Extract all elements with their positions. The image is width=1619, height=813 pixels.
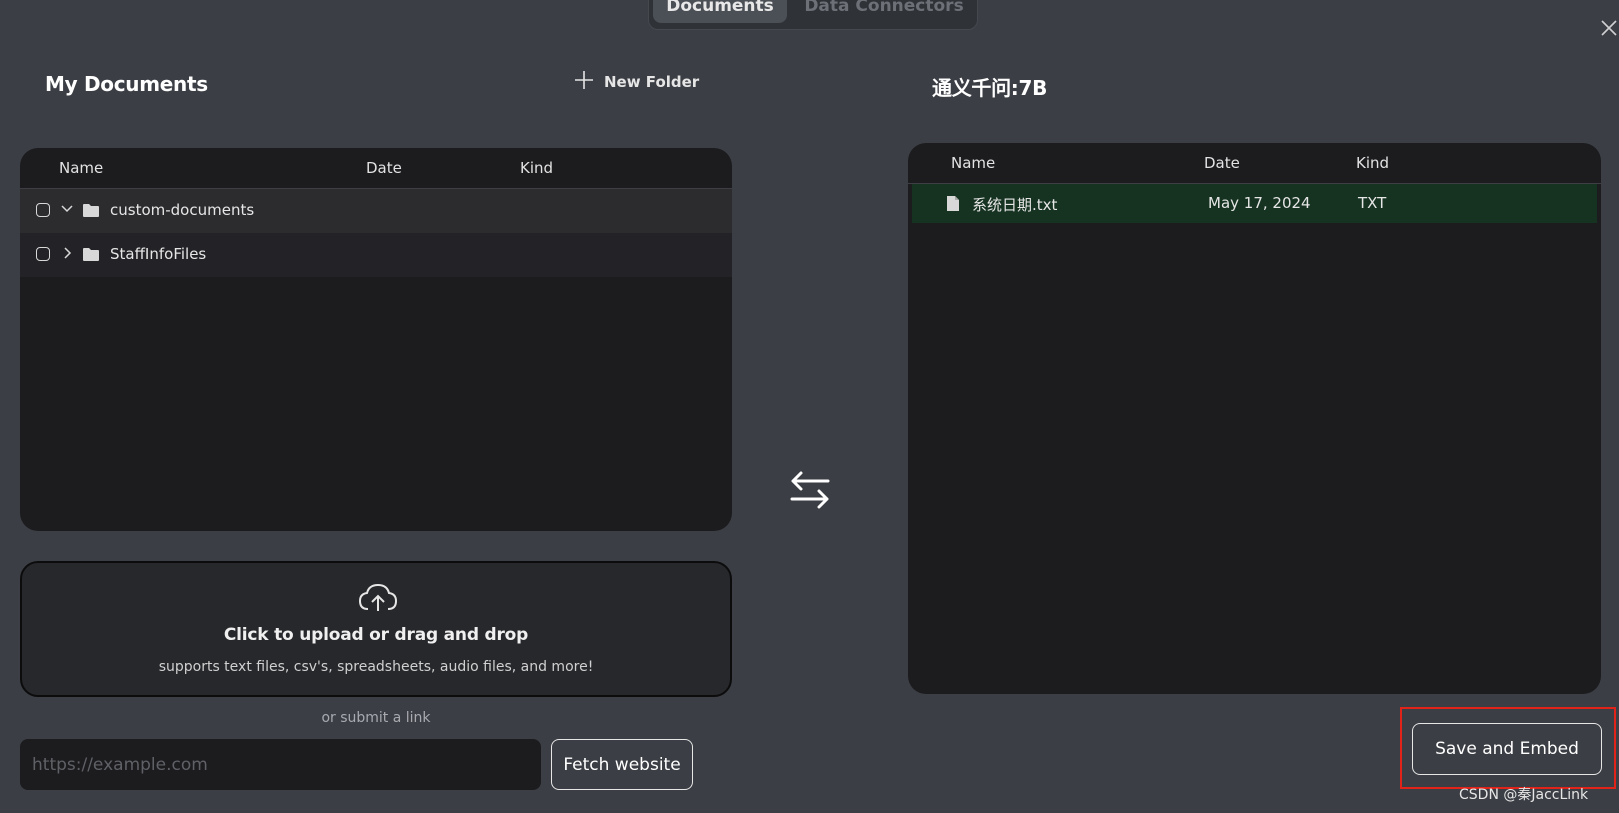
column-name: Name	[59, 159, 104, 177]
file-name: 系统日期.txt	[972, 196, 1058, 214]
tab-documents[interactable]: Documents	[653, 0, 787, 23]
or-submit-link-label: or submit a link	[321, 710, 431, 726]
upload-dropzone[interactable]: Click to upload or drag and drop support…	[20, 561, 732, 697]
upload-subtitle: supports text files, csv's, spreadsheets…	[158, 659, 594, 675]
folder-name: custom-documents	[110, 201, 255, 219]
column-kind: Kind	[1356, 154, 1390, 172]
table-header: Name Date Kind	[20, 148, 732, 189]
column-date: Date	[1204, 154, 1240, 172]
plus-icon	[574, 70, 594, 94]
file-kind: TXT	[1358, 194, 1387, 212]
top-tab-bar: Documents Data Connectors	[648, 0, 978, 30]
tab-data-connectors[interactable]: Data Connectors	[799, 0, 969, 23]
watermark: CSDN @秦JaccLink	[1459, 787, 1589, 803]
table-header: Name Date Kind	[908, 143, 1601, 184]
folder-icon	[82, 247, 100, 266]
chevron-down-icon[interactable]	[60, 202, 74, 220]
folder-row-staffinfofiles[interactable]: StaffInfoFiles	[20, 233, 732, 277]
file-date: May 17, 2024	[1208, 194, 1311, 212]
row-checkbox[interactable]	[36, 247, 50, 261]
new-folder-label: New Folder	[604, 73, 700, 91]
fetch-website-button[interactable]: Fetch website	[551, 739, 693, 790]
url-input[interactable]	[20, 739, 541, 790]
my-documents-table: Name Date Kind custom-documents StaffInf…	[20, 148, 732, 531]
close-icon[interactable]	[1599, 18, 1619, 38]
row-checkbox[interactable]	[36, 203, 50, 217]
chevron-right-icon[interactable]	[61, 246, 75, 264]
my-documents-title: My Documents	[45, 72, 208, 96]
cloud-upload-icon	[358, 583, 398, 617]
folder-row-custom-documents[interactable]: custom-documents	[20, 189, 732, 233]
new-folder-button[interactable]: New Folder	[574, 70, 699, 94]
folder-name: StaffInfoFiles	[110, 245, 207, 263]
file-row[interactable]: 系统日期.txt May 17, 2024 TXT	[912, 184, 1597, 223]
column-kind: Kind	[520, 159, 554, 177]
workspace-documents-table: Name Date Kind 系统日期.txt May 17, 2024 TXT	[908, 143, 1601, 694]
column-date: Date	[366, 159, 402, 177]
column-name: Name	[951, 154, 996, 172]
file-icon	[946, 195, 960, 216]
folder-icon	[82, 203, 100, 222]
swap-arrows-icon[interactable]	[790, 470, 830, 514]
save-and-embed-button[interactable]: Save and Embed	[1412, 723, 1602, 775]
upload-title: Click to upload or drag and drop	[223, 625, 529, 645]
workspace-title: 通义千问:7B	[932, 76, 1048, 100]
